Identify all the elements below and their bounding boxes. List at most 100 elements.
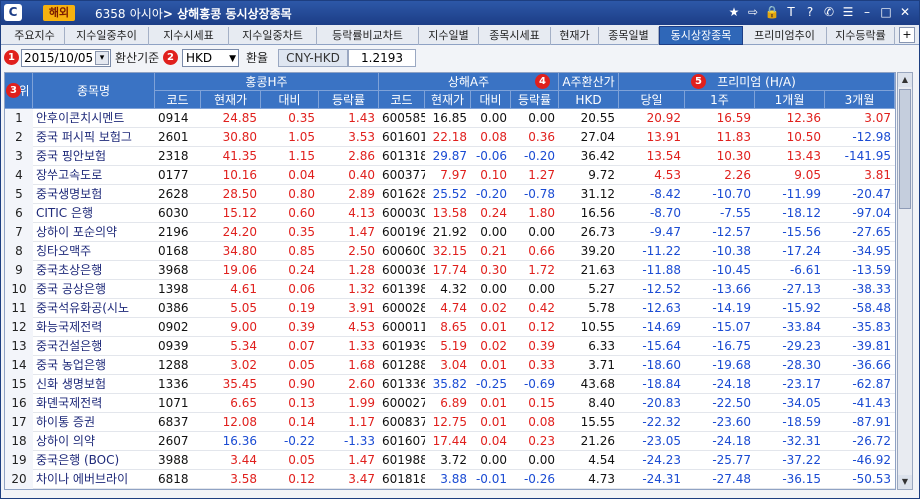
header-hkd[interactable]: HKD (559, 91, 619, 109)
tab-8[interactable]: 종목일별 (599, 27, 659, 45)
table-row[interactable]: 8 칭타오맥주 0168 34.80 0.85 2.50 600600 32.15 0.21 0.… (5, 242, 895, 261)
hk-code-cell: 2628 (158, 187, 189, 201)
phone-icon[interactable]: ✆ (821, 4, 837, 21)
maximize-icon[interactable]: □ (878, 4, 894, 21)
name-cell: 중국건설은행 (36, 339, 103, 353)
table-row[interactable]: 6 CITIC 은행 6030 15.12 0.60 4.13 600030 13.58 0.2… (5, 204, 895, 223)
premium-3month-cell: -12.98 (852, 130, 891, 144)
tab-4[interactable]: 등락률비교차트 (317, 27, 419, 45)
header-hk-code[interactable]: 코드 (155, 91, 201, 109)
table-row[interactable]: 9 중국초상은행 3968 19.06 0.24 1.28 600036 17.74 0.30 1… (5, 261, 895, 280)
sh-change-cell: -0.25 (475, 377, 507, 391)
premium-1week-cell: -10.45 (712, 263, 751, 277)
table-row[interactable]: 16 화뎬국제전력 1071 6.65 0.13 1.99 600027 6.89 0.01 0.… (5, 394, 895, 413)
premium-today-cell: -18.60 (642, 358, 681, 372)
hkd-cell: 31.12 (580, 187, 615, 201)
rank-cell: 11 (5, 299, 33, 318)
vertical-scrollbar[interactable]: ▲ ▼ (897, 72, 913, 490)
header-3month[interactable]: 3개월 (825, 91, 895, 109)
table-row[interactable]: 1 안후이콘치시멘트 0914 24.85 0.35 1.43 600585 16.85 0.0… (5, 109, 895, 128)
tab-7[interactable]: 현재가 (551, 27, 599, 45)
premium-3month-cell: -35.83 (852, 320, 891, 334)
table-row[interactable]: 20 차이나 에버브라이 6818 3.58 0.12 3.47 601818 3.88 -0.… (5, 470, 895, 489)
header-sh-rate[interactable]: 등락률 (511, 91, 559, 109)
tab-9[interactable]: 동시상장종목 (659, 26, 743, 45)
table-row[interactable]: 5 중국생명보험 2628 28.50 0.80 2.89 601628 25.52 -0.20… (5, 185, 895, 204)
app-logo-icon: C (4, 4, 22, 21)
close-icon[interactable]: ✕ (897, 4, 913, 21)
link-icon[interactable]: ⇨ (745, 4, 761, 21)
scroll-thumb[interactable] (899, 89, 911, 209)
hk-rate-cell: 3.53 (348, 130, 375, 144)
add-tab-button[interactable]: + (899, 27, 915, 43)
table-row[interactable]: 11 중국석유화공(시노 0386 5.05 0.19 3.91 600028 4.74 0.0… (5, 299, 895, 318)
list-icon[interactable]: ☰ (840, 4, 856, 21)
sh-rate-cell: 0.00 (528, 453, 555, 467)
header-sh-change[interactable]: 대비 (471, 91, 511, 109)
sh-code-cell: 600011 (382, 320, 425, 334)
header-sh-price[interactable]: 현재가 (425, 91, 471, 109)
hk-change-cell: 0.13 (288, 396, 315, 410)
text-icon[interactable]: T (783, 4, 799, 21)
tab-11[interactable]: 지수등락률 (827, 27, 895, 45)
minimize-icon[interactable]: – (859, 4, 875, 21)
sh-change-cell: 0.00 (480, 111, 507, 125)
hkd-cell: 36.42 (580, 149, 615, 163)
header-hk-price[interactable]: 현재가 (201, 91, 261, 109)
rank-cell: 16 (5, 394, 33, 413)
sh-code-cell: 600028 (382, 301, 425, 315)
sh-change-cell: 0.01 (480, 415, 507, 429)
tab-10[interactable]: 프리미엄추이 (743, 27, 827, 45)
rank-cell: 10 (5, 280, 33, 299)
sh-code-cell: 601601 (382, 130, 425, 144)
table-row[interactable]: 7 상하이 포순의약 2196 24.20 0.35 1.47 600196 21.92 0.0… (5, 223, 895, 242)
header-1month[interactable]: 1개월 (755, 91, 825, 109)
premium-today-cell: -14.69 (642, 320, 681, 334)
header-hk-change[interactable]: 대비 (261, 91, 319, 109)
table-row[interactable]: 17 하이통 증권 6837 12.08 0.14 1.17 600837 12.75 0.01… (5, 413, 895, 432)
overseas-badge[interactable]: 해외 (43, 5, 75, 21)
table-row[interactable]: 12 화능국제전력 0902 9.00 0.39 4.53 600011 8.65 0.01 0.… (5, 318, 895, 337)
table-row[interactable]: 15 신화 생명보험 1336 35.45 0.90 2.60 601336 35.82 -0.… (5, 375, 895, 394)
header-1week[interactable]: 1주 (685, 91, 755, 109)
premium-3month-cell: -97.04 (852, 206, 891, 220)
currency-pair: CNY-HKD (278, 49, 348, 67)
sh-price-cell: 25.52 (432, 187, 467, 201)
hk-change-cell: -0.22 (283, 434, 315, 448)
table-row[interactable]: 2 중국 퍼시픽 보험그 2601 30.80 1.05 3.53 601601 22.18 0… (5, 128, 895, 147)
table-row[interactable]: 14 중국 농업은행 1288 3.02 0.05 1.68 601288 3.04 0.01 0… (5, 356, 895, 375)
table-row[interactable]: 18 상하이 의약 2607 16.36 -0.22 -1.33 601607 17.44 0.… (5, 432, 895, 451)
lock-icon[interactable]: 🔒 (764, 4, 780, 21)
header-today[interactable]: 당일 (619, 91, 685, 109)
sh-change-cell: 0.30 (480, 263, 507, 277)
star-icon[interactable]: ★ (726, 4, 742, 21)
table-row[interactable]: 10 중국 공상은행 1398 4.61 0.06 1.32 601398 4.32 0.00 0… (5, 280, 895, 299)
tab-3[interactable]: 지수일중차트 (229, 27, 317, 45)
name-cell: 화능국제전력 (36, 320, 103, 334)
scroll-up-icon[interactable]: ▲ (898, 73, 912, 87)
table-row[interactable]: 3 중국 핑안보험 2318 41.35 1.15 2.86 601318 29.87 -0.0… (5, 147, 895, 166)
tab-5[interactable]: 지수일별 (419, 27, 479, 45)
sh-price-cell: 21.92 (432, 225, 467, 239)
calendar-icon[interactable]: ▾ (95, 51, 109, 65)
title-icons: ★ ⇨ 🔒 T ? ✆ ☰ – □ ✕ (726, 4, 913, 21)
header-name[interactable]: 종목명 (33, 73, 155, 109)
premium-1week-cell: -22.50 (712, 396, 751, 410)
hkd-cell: 21.63 (580, 263, 615, 277)
header-hk-rate[interactable]: 등락률 (319, 91, 379, 109)
tab-1[interactable]: 지수일중추이 (65, 27, 149, 45)
help-icon[interactable]: ? (802, 4, 818, 21)
hk-price-cell: 5.05 (230, 301, 257, 315)
header-sh-code[interactable]: 코드 (379, 91, 425, 109)
table-row[interactable]: 13 중국건설은행 0939 5.34 0.07 1.33 601939 5.19 0.02 0.… (5, 337, 895, 356)
table-row[interactable]: 19 중국은행 (BOC) 3988 3.44 0.05 1.47 601988 3.72 0.… (5, 451, 895, 470)
name-cell: 상하이 포순의약 (36, 225, 118, 239)
date-input[interactable]: 2015/10/05 ▾ (21, 49, 111, 67)
currency-select[interactable]: HKD ▼ (182, 49, 239, 67)
tab-2[interactable]: 지수시세표 (149, 27, 229, 45)
tab-0[interactable]: 주요지수 (5, 27, 65, 45)
table-row[interactable]: 4 장쑤고속도로 0177 10.16 0.04 0.40 600377 7.97 0.10 1.… (5, 166, 895, 185)
sh-code-cell: 600030 (382, 206, 425, 220)
tab-6[interactable]: 종목시세표 (479, 27, 551, 45)
scroll-down-icon[interactable]: ▼ (898, 475, 912, 489)
